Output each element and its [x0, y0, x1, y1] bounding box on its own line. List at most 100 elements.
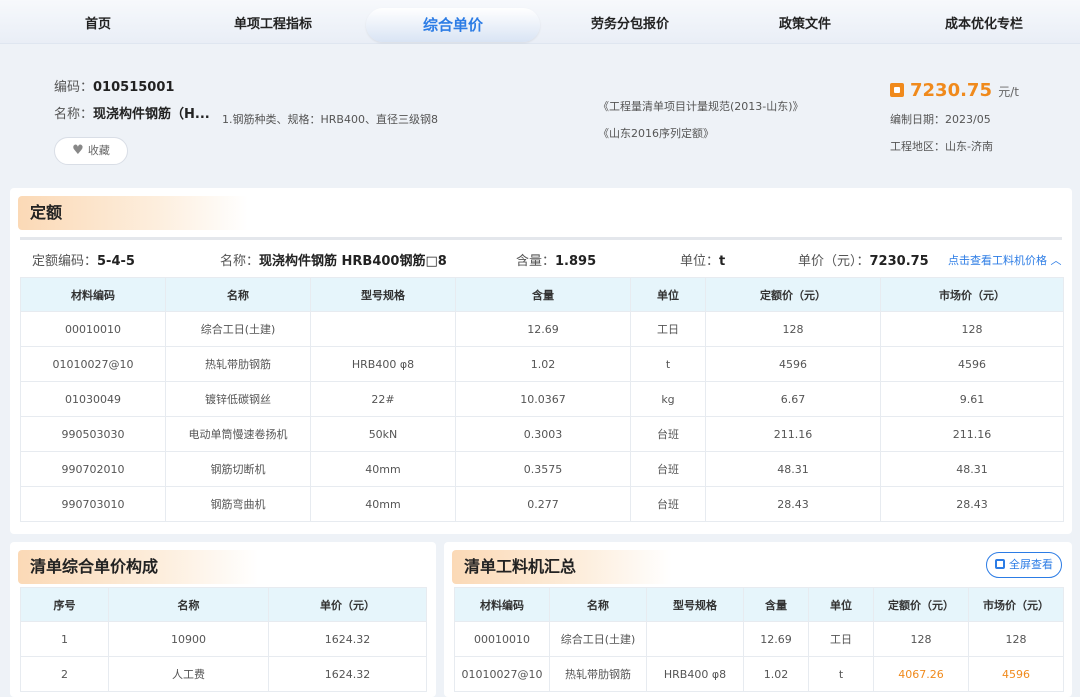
col-material-code: 材料编码	[454, 587, 550, 622]
col-unit: 单位	[808, 587, 874, 622]
view-material-price-link[interactable]: 点击查看工料机价格 ︿	[948, 252, 1062, 268]
cell-material-code: 01010027@10	[20, 346, 166, 382]
cell-quota-price: 48.31	[705, 451, 881, 487]
cell-qty: 10.0367	[455, 381, 631, 417]
quota-code: 定额编码：5-4-5	[32, 250, 135, 269]
cell-name: 电动单筒慢速卷扬机	[165, 416, 311, 452]
col-name: 名称	[108, 587, 269, 622]
cell-unit: kg	[630, 381, 706, 417]
cell-material-code: 00010010	[20, 311, 166, 347]
cell-quota-price: 211.16	[705, 416, 881, 452]
cell-name: 10900	[108, 621, 269, 657]
quota-code-value: 5-4-5	[97, 254, 135, 269]
quota-name-value: 现浇构件钢筋 HRB400钢筋□8	[259, 254, 447, 269]
quota-qty-label: 含量：	[516, 254, 556, 269]
col-quota-price: 定额价（元）	[705, 277, 881, 312]
cell-qty: 12.69	[455, 311, 631, 347]
cell-spec: HRB400 φ8	[646, 656, 744, 692]
cell-spec: HRB400 φ8	[310, 346, 456, 382]
project-region: 工程地区：山东-济南	[890, 138, 993, 154]
price-tag-icon	[890, 83, 904, 97]
unit-price-unit: 元/t	[998, 85, 1020, 99]
col-spec: 型号规格	[646, 587, 744, 622]
heart-icon: ♥	[72, 143, 84, 158]
cell-quota-price: 4596	[705, 346, 881, 382]
cell-unit: t	[808, 656, 874, 692]
cell-market-price: 28.43	[880, 486, 1064, 522]
cell-quota-price: 128	[873, 621, 969, 657]
favorite-button[interactable]: ♥ 收藏	[54, 137, 128, 165]
table-row: 01010027@10 热轧带肋钢筋 HRB400 φ8 1.02 t 4596 4596	[20, 346, 1064, 382]
nav-item-unit-price[interactable]: 综合单价	[366, 8, 540, 42]
cell-quota-price: 128	[705, 311, 881, 347]
col-qty: 含量	[455, 277, 631, 312]
quota-unit-label: 单位：	[680, 254, 720, 269]
nav-item-policy[interactable]: 政策文件	[750, 0, 860, 44]
cell-qty: 1.02	[455, 346, 631, 382]
col-qty: 含量	[743, 587, 809, 622]
cell-spec	[310, 311, 456, 347]
fullscreen-button[interactable]: 全屏查看	[986, 552, 1062, 578]
cell-unit: 台班	[630, 451, 706, 487]
nav-item-cost-optimization[interactable]: 成本优化专栏	[920, 0, 1048, 44]
quota-unit-value: t	[719, 254, 726, 269]
standard-quota[interactable]: 《山东2016序列定额》	[598, 125, 714, 141]
unit-price-value: 7230.75	[910, 80, 992, 101]
col-market-price: 市场价（元）	[968, 587, 1064, 622]
quota-code-label: 定额编码：	[32, 254, 98, 269]
cell-spec: 22#	[310, 381, 456, 417]
cell-unit: 台班	[630, 486, 706, 522]
project-region-value: 山东-济南	[945, 140, 993, 153]
col-name: 名称	[549, 587, 647, 622]
cell-name: 镀锌低碳钢丝	[165, 381, 311, 417]
quota-unit: 单位：t	[680, 250, 725, 269]
table-row: 990503030 电动单筒慢速卷扬机 50kN 0.3003 台班 211.16 211.…	[20, 416, 1064, 452]
cell-qty: 0.277	[455, 486, 631, 522]
cell-material-code: 990702010	[20, 451, 166, 487]
quota-name-label: 名称：	[220, 254, 260, 269]
cell-market-price: 4596	[880, 346, 1064, 382]
cell-material-code: 01010027@10	[454, 656, 550, 692]
nav-item-labor-quote[interactable]: 劳务分包报价	[570, 0, 690, 44]
compile-date: 编制日期：2023/05	[890, 111, 991, 127]
cell-quota-price: 4067.26	[873, 656, 969, 692]
cell-index: 2	[20, 656, 109, 692]
cell-quota-price: 28.43	[705, 486, 881, 522]
nav-item-project-indicators[interactable]: 单项工程指标	[208, 0, 338, 44]
quota-qty: 含量：1.895	[516, 250, 596, 269]
col-quota-price: 定额价（元）	[873, 587, 969, 622]
cell-material-code: 00010010	[454, 621, 550, 657]
item-code-label: 编码：	[54, 80, 94, 95]
project-region-label: 工程地区：	[890, 140, 945, 153]
composition-table-header: 序号 名称 单价（元）	[20, 587, 427, 622]
cell-market-price: 128	[880, 311, 1064, 347]
cell-qty: 0.3003	[455, 416, 631, 452]
table-row: 01030049 镀锌低碳钢丝 22# 10.0367 kg 6.67 9.61	[20, 381, 1064, 417]
table-row: 2 人工费 1624.32	[20, 656, 427, 692]
favorite-label: 收藏	[87, 144, 110, 157]
col-material-code: 材料编码	[20, 277, 166, 312]
unit-price: 7230.75 元/t	[890, 80, 1019, 101]
cell-spec: 40mm	[310, 486, 456, 522]
cell-name: 钢筋弯曲机	[165, 486, 311, 522]
quota-qty-value: 1.895	[555, 254, 597, 269]
cell-market-price: 128	[968, 621, 1064, 657]
quota-name: 名称：现浇构件钢筋 HRB400钢筋□8	[220, 250, 447, 269]
cell-name: 热轧带肋钢筋	[165, 346, 311, 382]
item-name-value[interactable]: 现浇构件钢筋（H...	[93, 107, 210, 122]
cell-name: 钢筋切断机	[165, 451, 311, 487]
nav-item-home[interactable]: 首页	[48, 0, 148, 44]
fullscreen-icon	[995, 559, 1005, 569]
cell-qty: 0.3575	[455, 451, 631, 487]
col-spec: 型号规格	[310, 277, 456, 312]
table-row: 01010027@10 热轧带肋钢筋 HRB400 φ8 1.02 t 4067.26 45…	[454, 656, 1064, 692]
quota-title: 定额	[18, 196, 248, 230]
top-nav: 首页 单项工程指标 综合单价 劳务分包报价 政策文件 成本优化专栏	[0, 0, 1080, 44]
table-row: 1 10900 1624.32	[20, 621, 427, 657]
table-row: 00010010 综合工日(土建) 12.69 工日 128 128	[20, 311, 1064, 347]
item-name-label: 名称：	[54, 107, 94, 122]
standard-spec[interactable]: 《工程量清单项目计量规范(2013-山东)》	[598, 98, 804, 114]
cell-market-price: 9.61	[880, 381, 1064, 417]
quota-table: 材料编码 名称 型号规格 含量 单位 定额价（元） 市场价（元） 0001001…	[20, 277, 1064, 522]
quota-price-label: 单价（元）：	[798, 254, 870, 269]
